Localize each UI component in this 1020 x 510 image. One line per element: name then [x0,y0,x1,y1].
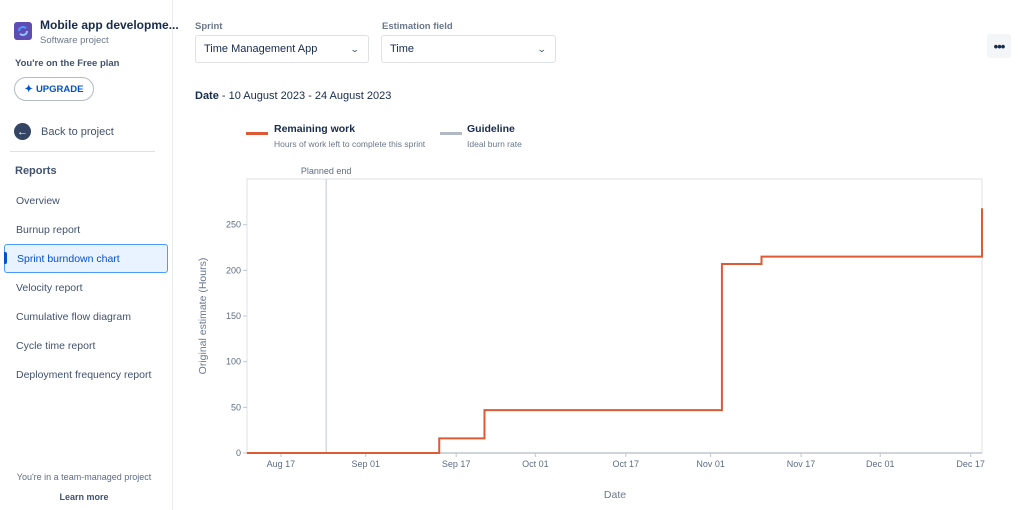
burndown-chart: 0 50 100 150 200 250 Aug 17 Sep 01 Sep 17 Oct 01… [197,166,985,501]
x-tick-label: Sep 17 [442,459,471,469]
y-tick-label: 0 [236,448,241,458]
y-tick-label: 200 [226,265,241,275]
planned-end-label: Planned end [301,166,352,176]
plot-area [246,178,983,454]
series-line-remaining-work [247,208,983,454]
y-tick-label: 250 [226,220,241,230]
x-tick-label: Dec 17 [956,459,985,469]
y-tick-label: 150 [226,311,241,321]
y-tick-label: 100 [226,357,241,367]
x-axis-title: Date [604,489,626,501]
y-axis-title: Original estimate (Hours) [197,258,209,375]
y-tick-label: 50 [231,402,241,412]
x-tick-label: Aug 17 [267,459,296,469]
x-tick-label: Sep 01 [351,459,380,469]
x-tick-label: Dec 01 [866,459,895,469]
x-tick-label: Nov 17 [787,459,816,469]
x-tick-label: Oct 01 [522,459,549,469]
x-tick-label: Oct 17 [613,459,640,469]
x-tick-label: Nov 01 [696,459,725,469]
